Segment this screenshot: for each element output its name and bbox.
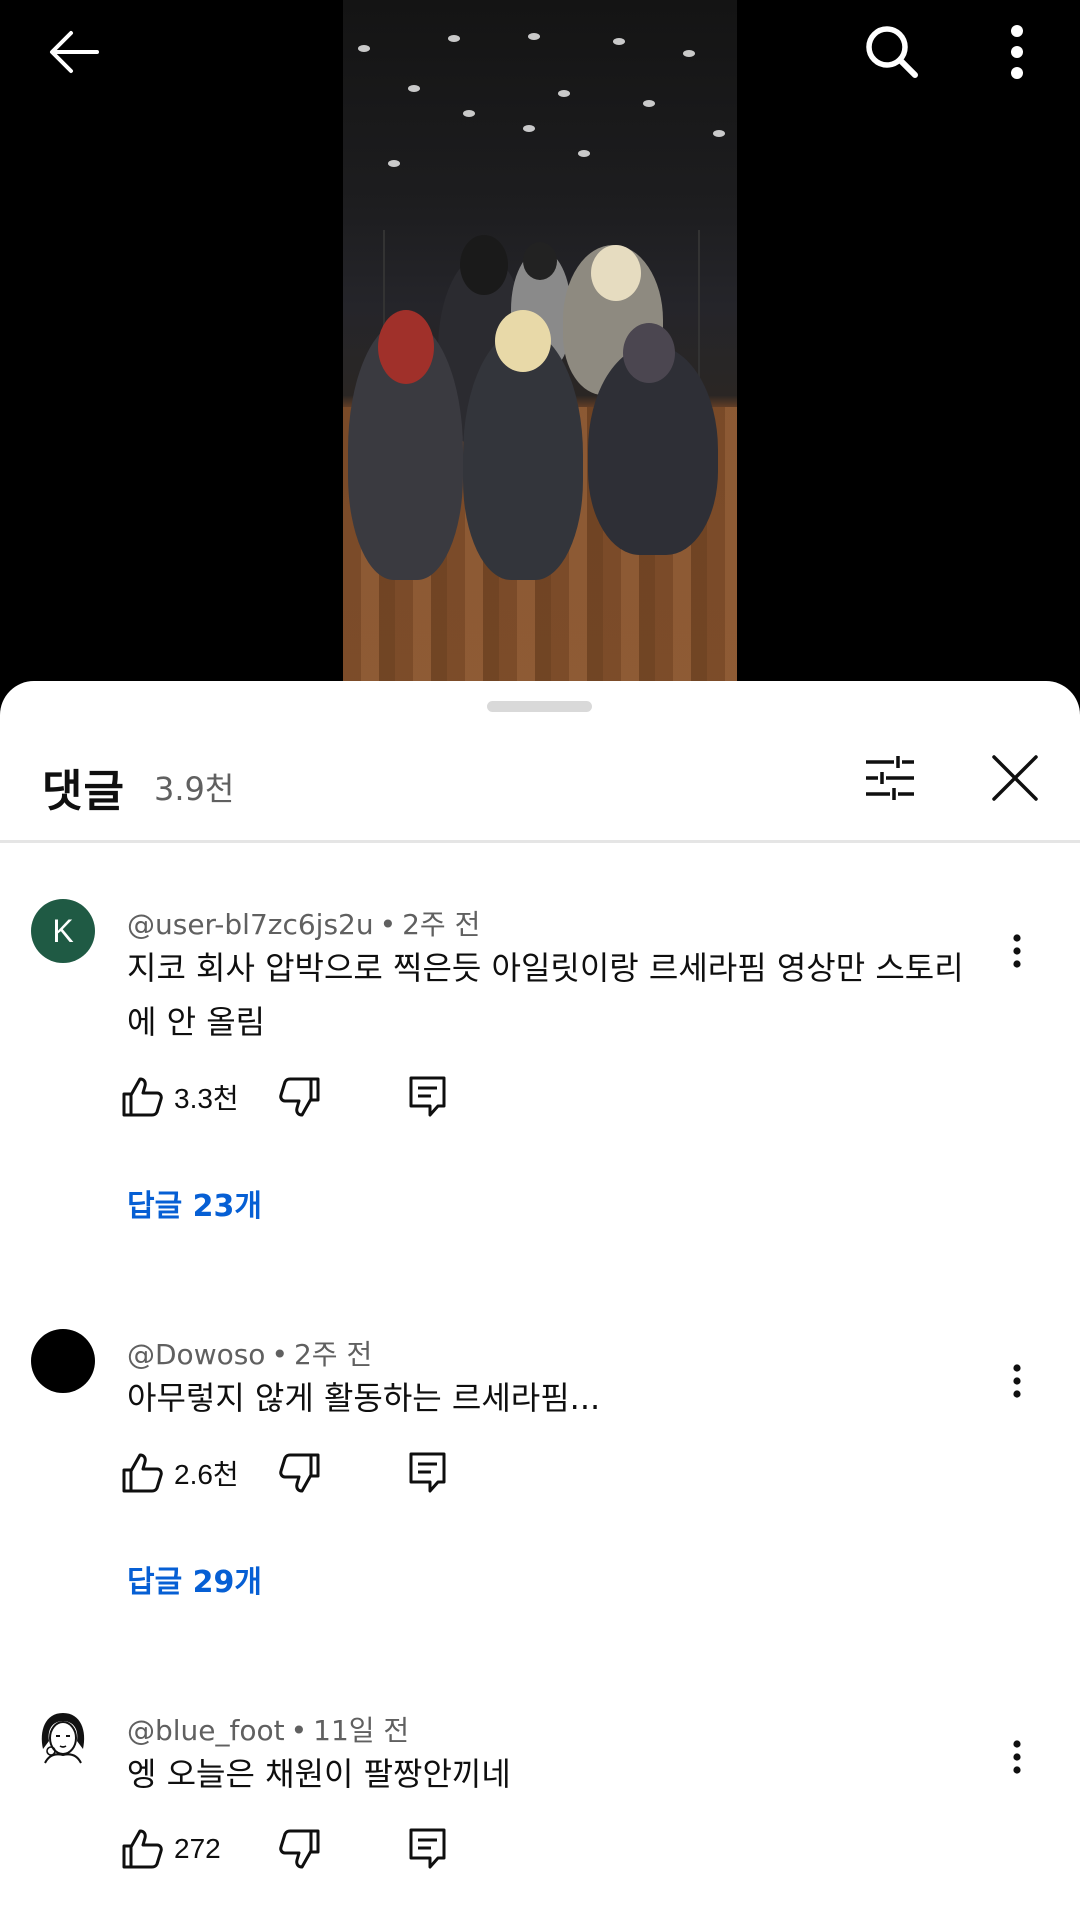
drag-handle[interactable] — [487, 701, 592, 712]
header-divider — [0, 840, 1080, 843]
thumbs-up-icon — [122, 1453, 163, 1493]
search-icon — [866, 26, 918, 78]
comment-actions: 272 — [120, 1819, 520, 1879]
comment-meta: @Dowoso • 2주 전 — [127, 1338, 373, 1371]
search-button[interactable] — [850, 10, 934, 94]
comment-time: 2주 전 — [293, 1338, 373, 1371]
thumbs-down-icon — [279, 1453, 320, 1493]
close-icon — [992, 755, 1038, 801]
arrow-left-icon — [50, 31, 99, 73]
comment-more-button[interactable] — [992, 916, 1042, 986]
reply-comment-icon — [409, 1076, 446, 1117]
comment-time: 2주 전 — [402, 908, 481, 941]
reply-button[interactable] — [398, 1443, 458, 1503]
back-button[interactable] — [32, 10, 116, 94]
video-frame[interactable] — [343, 0, 737, 682]
reply-button[interactable] — [398, 1067, 458, 1127]
more-options-button[interactable] — [975, 10, 1059, 94]
more-vert-icon — [1011, 25, 1023, 79]
sort-filter-button[interactable] — [855, 743, 925, 813]
thumbs-down-icon — [279, 1829, 320, 1869]
illustrated-avatar-icon — [41, 1713, 85, 1764]
view-replies-link[interactable]: 답글 23개 — [127, 1181, 262, 1225]
view-replies-link[interactable]: 답글 29개 — [127, 1557, 262, 1601]
thumbs-up-icon — [122, 1829, 163, 1869]
comments-title: 댓글 — [42, 766, 125, 817]
comment-author[interactable]: @blue_foot — [127, 1714, 285, 1747]
video-player[interactable] — [0, 0, 1080, 700]
like-count: 272 — [174, 1833, 221, 1864]
dislike-button[interactable] — [270, 1819, 330, 1879]
avatar[interactable]: K — [31, 899, 95, 963]
more-vert-icon — [1013, 1364, 1021, 1398]
avatar-letter: K — [52, 912, 74, 949]
comment-meta: @blue_foot • 11일 전 — [127, 1714, 410, 1747]
more-vert-icon — [1013, 934, 1021, 968]
comment-text: 엥 오늘은 채원이 팔짱안끼네 — [127, 1755, 511, 1793]
more-vert-icon — [1013, 1740, 1021, 1774]
comment-text: 지코 회사 압박으로 찍은듯 아일릿이랑 르세라핌 영상만 스토리에 안 올림 — [127, 949, 964, 1041]
like-count: 3.3천 — [174, 1083, 239, 1114]
like-button[interactable]: 2.6천 — [120, 1443, 239, 1503]
comment-actions: 2.6천 — [120, 1443, 520, 1503]
avatar[interactable] — [31, 1705, 95, 1769]
comments-header: 댓글 3.9천 — [0, 731, 1080, 841]
thumbs-up-icon — [122, 1077, 163, 1117]
reply-button[interactable] — [398, 1819, 458, 1879]
comment-author[interactable]: @Dowoso — [127, 1338, 265, 1371]
comment-author[interactable]: @user-bl7zc6js2u — [127, 908, 374, 941]
comments-count: 3.9천 — [154, 770, 235, 808]
thumbs-down-icon — [279, 1077, 320, 1117]
dislike-button[interactable] — [270, 1067, 330, 1127]
comment-actions: 3.3천 — [120, 1067, 520, 1127]
close-comments-button[interactable] — [980, 743, 1050, 813]
reply-comment-icon — [409, 1828, 446, 1869]
like-button[interactable]: 3.3천 — [120, 1067, 239, 1127]
comment-more-button[interactable] — [992, 1346, 1042, 1416]
comment-text: 아무렇지 않게 활동하는 르세라핌... — [127, 1379, 601, 1417]
comment-more-button[interactable] — [992, 1722, 1042, 1792]
comment-time: 11일 전 — [313, 1714, 410, 1747]
avatar[interactable] — [31, 1329, 95, 1393]
comments-sheet: 댓글 3.9천 K @user-bl7zc6js2u • 2주 전 지코 회사 압 — [0, 681, 1080, 1905]
dislike-button[interactable] — [270, 1443, 330, 1503]
like-count: 2.6천 — [174, 1459, 239, 1490]
like-button[interactable]: 272 — [120, 1819, 221, 1879]
comment-meta: @user-bl7zc6js2u • 2주 전 — [127, 908, 481, 941]
sort-filter-icon — [866, 756, 914, 800]
reply-comment-icon — [409, 1452, 446, 1493]
